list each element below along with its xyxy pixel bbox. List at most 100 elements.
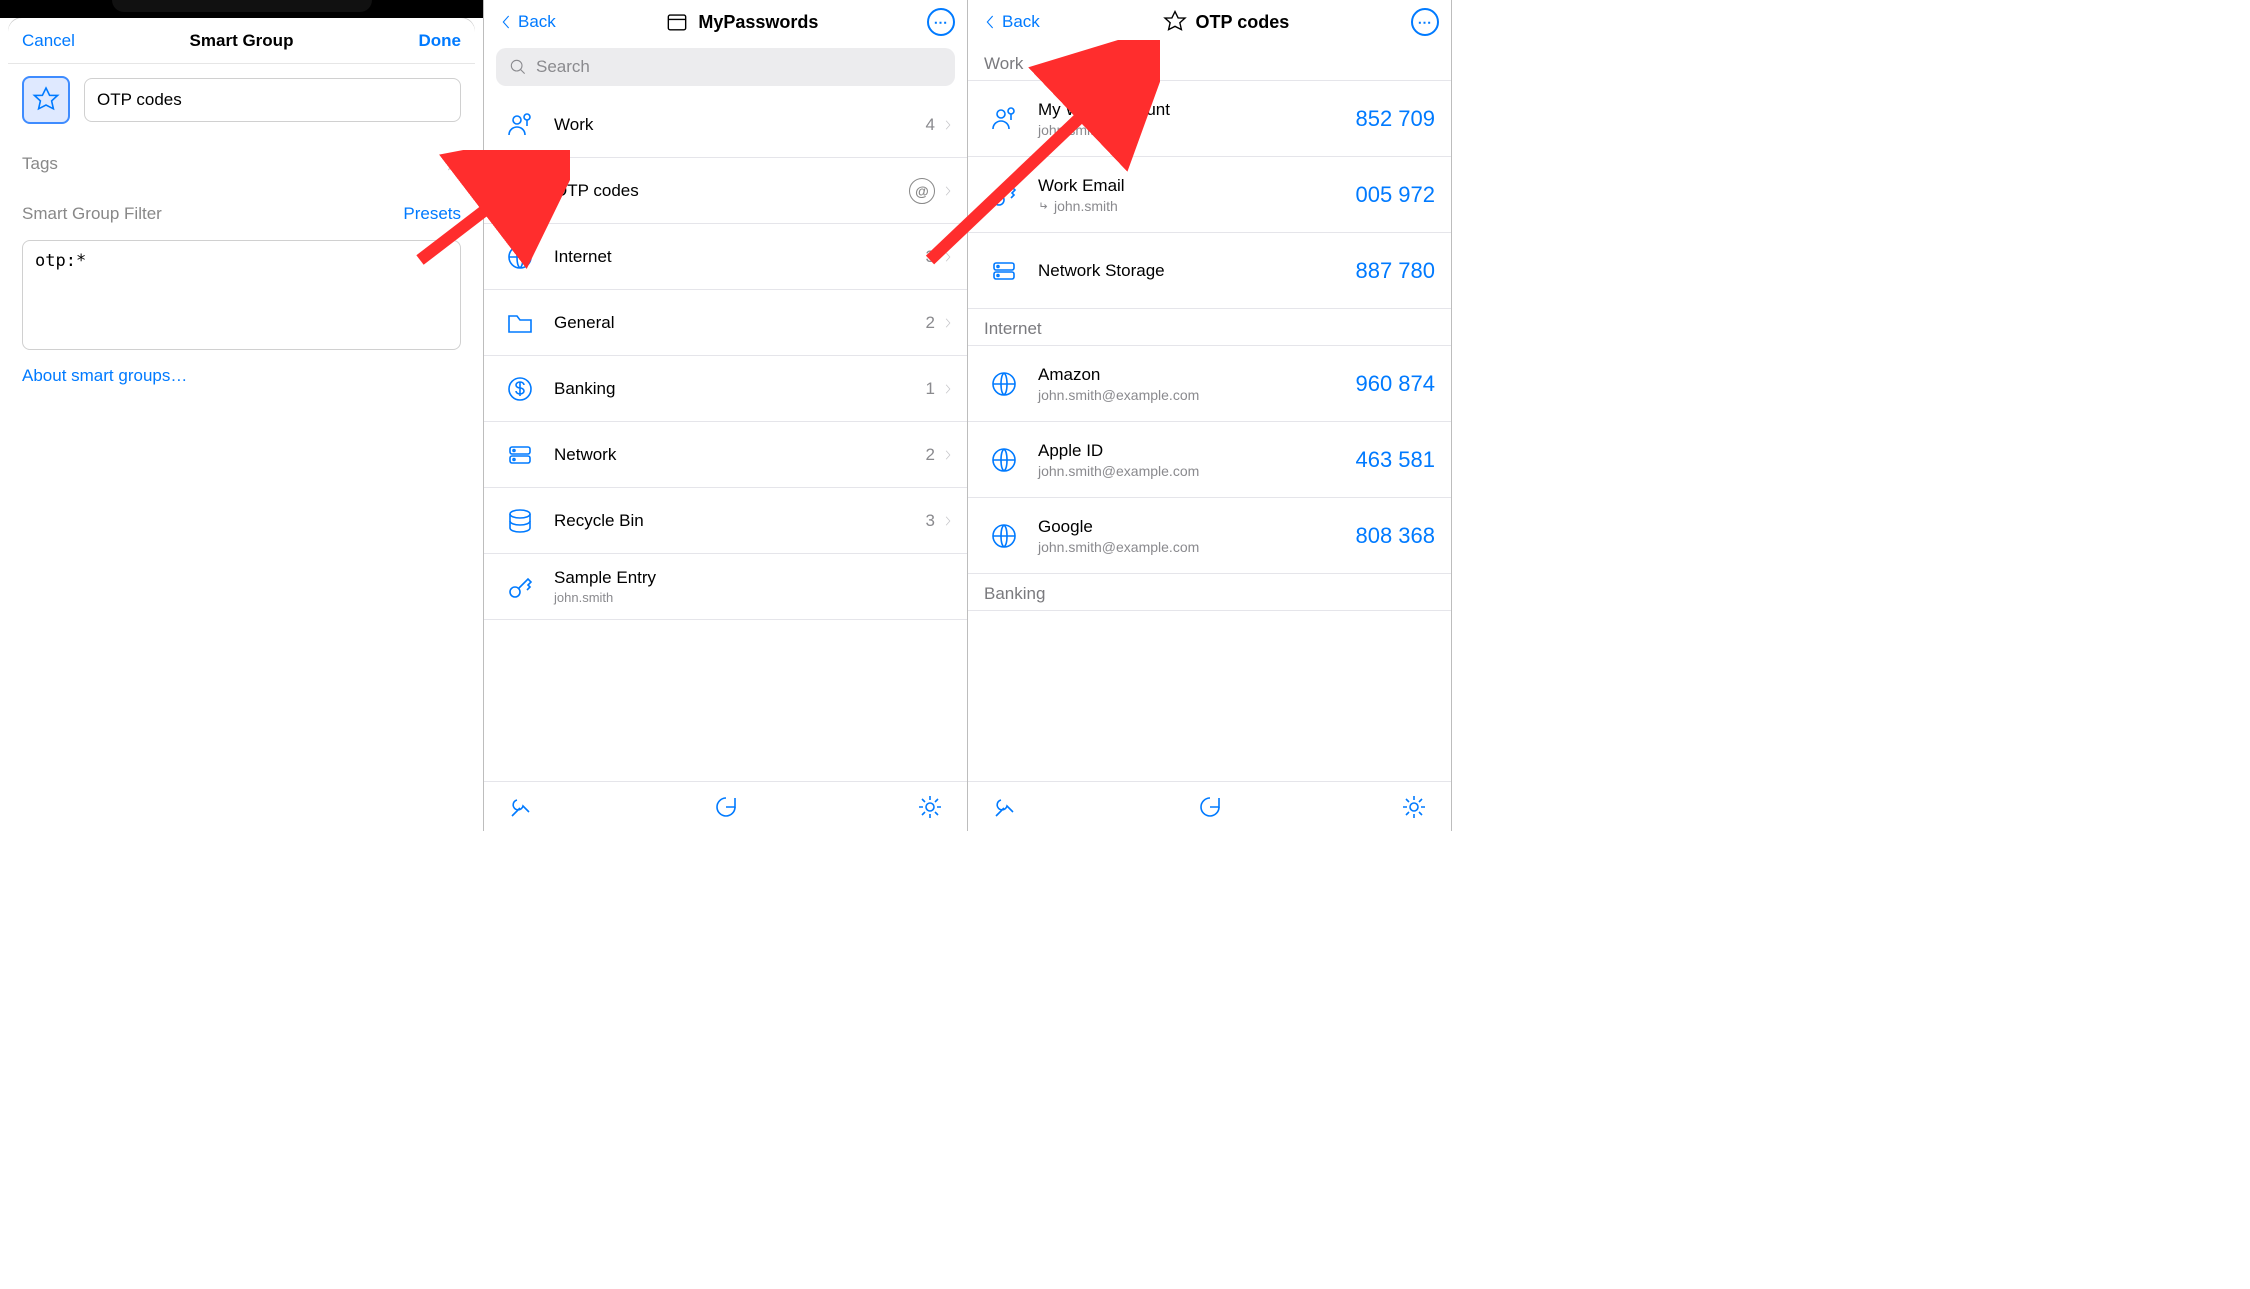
entry-title: Work Email [1038, 176, 1355, 196]
server-icon [989, 256, 1019, 286]
back-button[interactable]: Back [496, 12, 556, 32]
item-label: Sample Entry [554, 568, 955, 588]
item-count: 1 [926, 379, 935, 399]
chevron-left-icon [496, 12, 516, 32]
section-header: Work [968, 44, 1451, 81]
section-header: Banking [968, 574, 1451, 611]
back-button[interactable]: Back [980, 12, 1040, 32]
more-menu-button[interactable]: ⋯ [1411, 8, 1439, 36]
cancel-button[interactable]: Cancel [22, 31, 75, 51]
chevron-right-icon [441, 154, 461, 174]
dollar-icon [505, 374, 535, 404]
otp-code: 005 972 [1355, 182, 1435, 208]
section-header: Internet [968, 309, 1451, 346]
tools-icon[interactable] [990, 792, 1020, 822]
entry-subtitle: john.smith@example.com [1038, 387, 1355, 403]
entry-row[interactable]: Amazon john.smith@example.com 960 874 [968, 346, 1451, 422]
star-icon [31, 85, 61, 115]
done-button[interactable]: Done [419, 31, 462, 51]
navbar: Cancel Smart Group Done [8, 18, 475, 64]
person-key-icon [989, 104, 1019, 134]
chevron-right-icon [941, 114, 955, 136]
db-icon [505, 506, 535, 536]
otp-code: 887 780 [1355, 258, 1435, 284]
entry-title: My Work Account [1038, 100, 1355, 120]
more-menu-button[interactable]: ⋯ [927, 8, 955, 36]
entry-subtitle: john.smith@example.com [1038, 539, 1355, 555]
folder-icon [664, 9, 690, 35]
item-count: 3 [926, 247, 935, 267]
list-item[interactable]: General 2 [484, 290, 967, 356]
item-label: General [554, 313, 926, 333]
about-smart-groups-link[interactable]: About smart groups… [22, 366, 187, 386]
list-item[interactable]: Work 4 [484, 92, 967, 158]
key-icon [989, 180, 1019, 210]
db-title: MyPasswords [664, 9, 818, 35]
group-title: OTP codes [1162, 9, 1290, 35]
search-input[interactable]: Search [496, 48, 955, 86]
chevron-right-icon [941, 246, 955, 268]
status-bar [0, 0, 483, 18]
otp-code: 960 874 [1355, 371, 1435, 397]
at-icon: @ [909, 178, 935, 204]
item-label: OTP codes [554, 181, 909, 201]
globe-icon [505, 242, 535, 272]
item-label: Work [554, 115, 926, 135]
filter-label: Smart Group Filter [22, 204, 162, 224]
entry-title: Amazon [1038, 365, 1355, 385]
key-icon [505, 572, 535, 602]
search-icon [508, 57, 528, 77]
otp-code: 852 709 [1355, 106, 1435, 132]
item-label: Internet [554, 247, 926, 267]
item-label: Network [554, 445, 926, 465]
chevron-right-icon [941, 180, 955, 202]
server-icon [505, 440, 535, 470]
group-icon-picker[interactable] [22, 76, 70, 124]
entry-row[interactable]: Work Email john.smith 005 972 [968, 157, 1451, 233]
tools-icon[interactable] [506, 792, 536, 822]
globe-icon [989, 369, 1019, 399]
globe-icon [989, 521, 1019, 551]
presets-button[interactable]: Presets [403, 204, 461, 224]
settings-icon[interactable] [1399, 792, 1429, 822]
reference-arrow-icon [1038, 200, 1050, 212]
list-item[interactable]: OTP codes @ [484, 158, 967, 224]
entry-title: Apple ID [1038, 441, 1355, 461]
entry-subtitle: john.smith [1038, 122, 1355, 138]
list-item[interactable]: Sample Entryjohn.smith [484, 554, 967, 620]
person-key-icon [505, 110, 535, 140]
chevron-right-icon [941, 312, 955, 334]
entry-row[interactable]: My Work Account john.smith 852 709 [968, 81, 1451, 157]
settings-icon[interactable] [915, 792, 945, 822]
item-count: 2 [926, 313, 935, 333]
sheet-title: Smart Group [190, 31, 294, 51]
list-item[interactable]: Banking 1 [484, 356, 967, 422]
list-item[interactable]: Network 2 [484, 422, 967, 488]
refresh-icon[interactable] [711, 792, 741, 822]
item-count: 3 [926, 511, 935, 531]
list-item[interactable]: Recycle Bin 3 [484, 488, 967, 554]
chevron-right-icon [941, 444, 955, 466]
list-item[interactable]: Internet 3 [484, 224, 967, 290]
item-label: Banking [554, 379, 926, 399]
star-icon [505, 176, 535, 206]
refresh-icon[interactable] [1195, 792, 1225, 822]
entry-row[interactable]: Apple IDjohn.smith@example.com 463 581 [968, 422, 1451, 498]
entry-subtitle: john.smith@example.com [1038, 463, 1355, 479]
folder-icon [505, 308, 535, 338]
group-name-input[interactable] [84, 78, 461, 122]
chevron-right-icon [941, 510, 955, 532]
search-placeholder: Search [536, 57, 590, 77]
entry-title: Network Storage [1038, 261, 1355, 281]
entry-subtitle: john.smith [1038, 198, 1355, 214]
filter-textarea[interactable]: otp:* [22, 240, 461, 350]
item-count: 4 [926, 115, 935, 135]
tags-row[interactable]: Tags [22, 142, 461, 186]
chevron-right-icon [941, 378, 955, 400]
entry-row[interactable]: Network Storage 887 780 [968, 233, 1451, 309]
entry-row[interactable]: Googlejohn.smith@example.com 808 368 [968, 498, 1451, 574]
entry-title: Google [1038, 517, 1355, 537]
tags-label: Tags [22, 154, 58, 174]
globe-icon [989, 445, 1019, 475]
item-label: Recycle Bin [554, 511, 926, 531]
